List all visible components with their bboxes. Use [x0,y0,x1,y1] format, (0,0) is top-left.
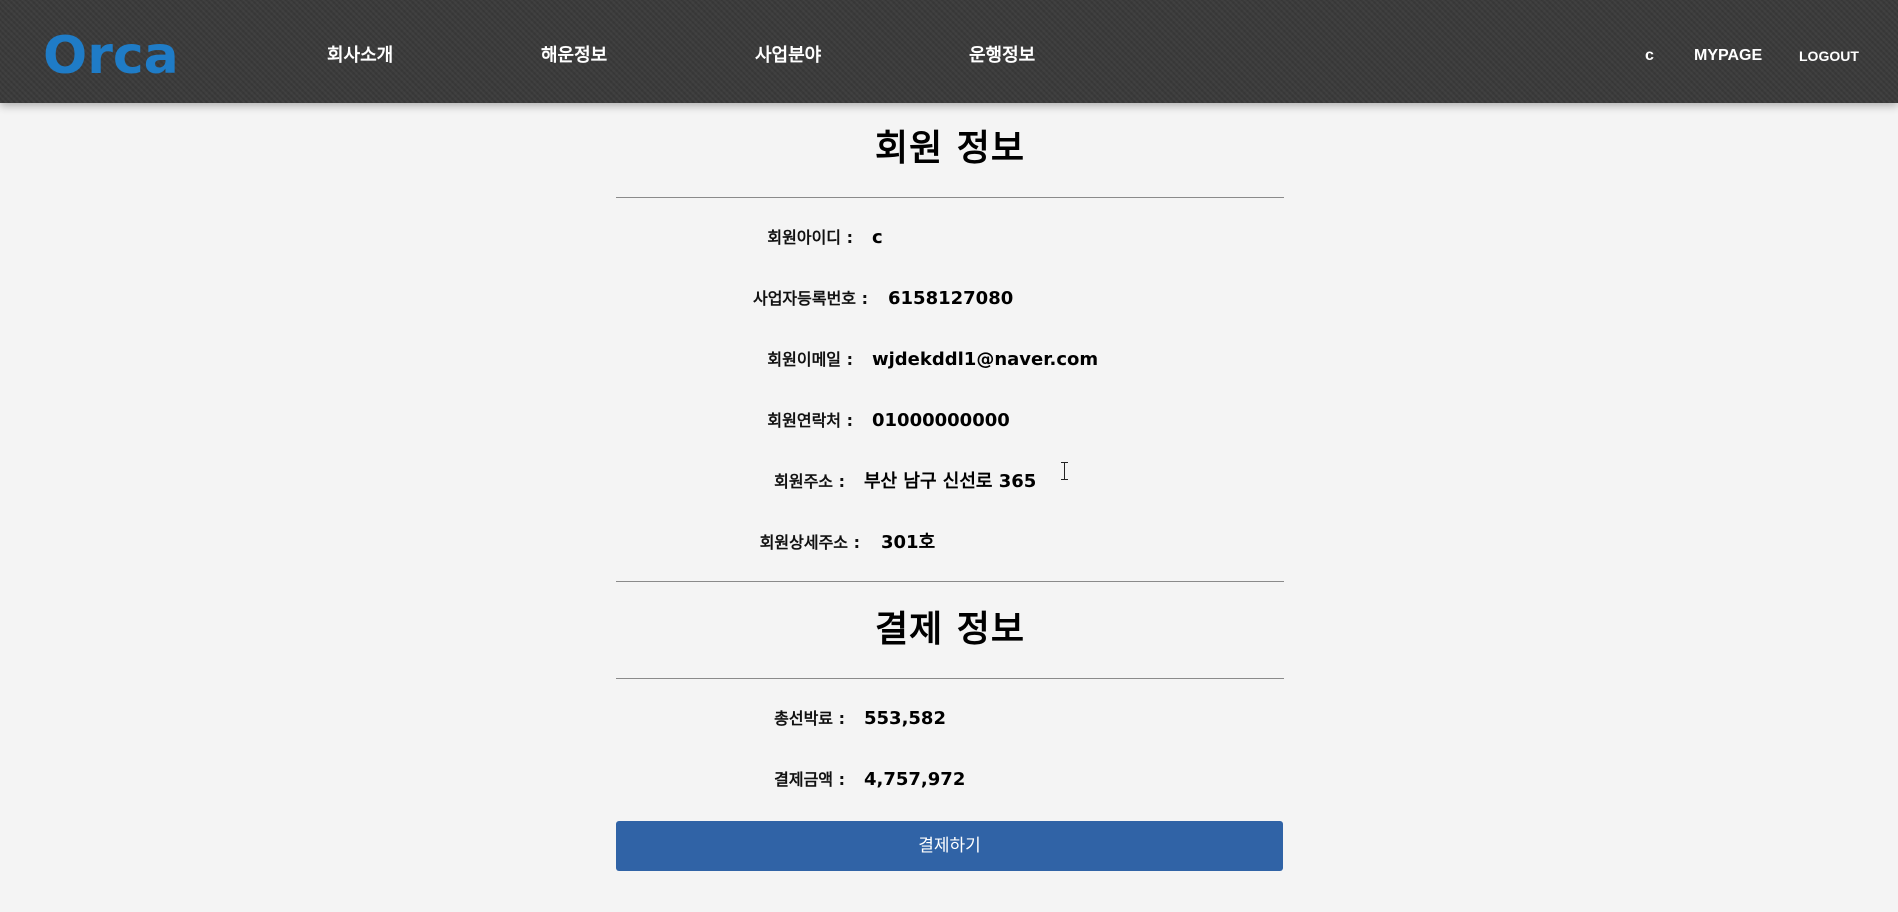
user-id-link[interactable]: c [1645,44,1654,68]
pay-button[interactable]: 결제하기 [616,821,1283,871]
member-id-label: 회원아이디 : [767,228,853,247]
business-number-value: 6158127080 [888,288,1014,309]
nav-item-company[interactable]: 회사소개 [327,44,393,68]
member-address-value: 부산 남구 신선로 365 [864,471,1037,492]
member-phone-value: 01000000000 [872,410,1010,431]
member-info-title: 회원 정보 [874,128,1025,169]
business-number-label: 사업자등록번호 : [752,289,868,308]
business-number-row: 사업자등록번호 : 6158127080 [0,285,1898,313]
member-id-row: 회원아이디 : c [0,224,1898,252]
payment-amount-row: 결제금액 : 4,757,972 [0,766,1898,794]
member-info-top-divider [616,197,1284,198]
site-header: Orca 회사소개 해운정보 사업분야 운행정보 c MYPAGE LOGOUT [0,0,1898,103]
total-ship-fee-value: 553,582 [864,708,946,729]
member-id-value: c [872,227,883,248]
nav-item-operation-info[interactable]: 운행정보 [969,44,1035,68]
member-email-row: 회원이메일 : wjdekddl1@naver.com [0,346,1898,374]
member-phone-label: 회원연락처 : [767,411,853,430]
payment-amount-value: 4,757,972 [864,769,966,790]
nav-item-shipping-info[interactable]: 해운정보 [541,44,607,68]
member-info-bottom-divider [616,581,1284,582]
member-detail-address-value: 301호 [881,532,936,553]
member-email-value: wjdekddl1@naver.com [872,349,1099,370]
mypage-link[interactable]: MYPAGE [1694,44,1762,68]
member-phone-row: 회원연락처 : 01000000000 [0,407,1898,435]
member-detail-address-row: 회원상세주소 : 301호 [0,529,1898,557]
member-detail-address-label: 회원상세주소 : [759,533,860,552]
nav-item-business[interactable]: 사업분야 [755,44,821,68]
payment-info-title: 결제 정보 [874,609,1025,650]
total-ship-fee-row: 총선박료 : 553,582 [0,705,1898,733]
member-address-label: 회원주소 : [774,472,845,491]
text-cursor-icon [1060,462,1069,480]
logout-link[interactable]: LOGOUT [1799,44,1859,68]
orca-logo[interactable]: Orca [43,26,179,86]
member-address-row: 회원주소 : 부산 남구 신선로 365 [0,468,1898,496]
member-email-label: 회원이메일 : [767,350,853,369]
payment-info-divider [616,678,1284,679]
payment-amount-label: 결제금액 : [774,770,845,789]
total-ship-fee-label: 총선박료 : [774,709,845,728]
